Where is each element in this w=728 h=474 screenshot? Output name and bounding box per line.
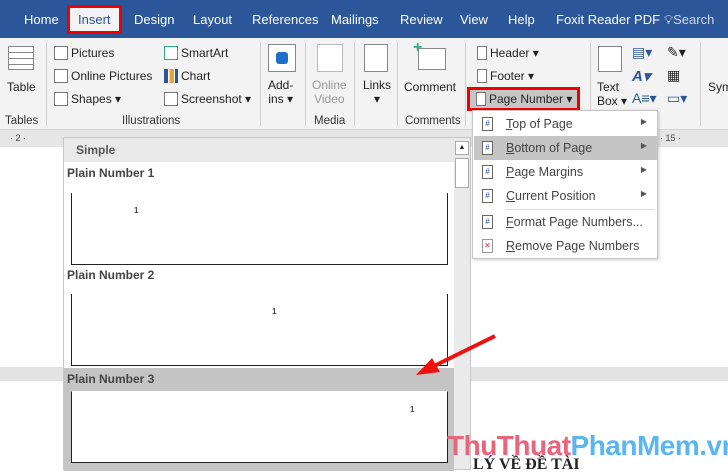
comment-icon: + — [413, 39, 446, 70]
scrollbar-thumb[interactable] — [455, 158, 469, 188]
menu-item-bottom-of-page[interactable]: # Bottom of Page ▶ — [474, 136, 657, 160]
bottom-of-page-icon: # — [482, 141, 493, 155]
group-comments-label: Comments — [405, 115, 461, 127]
screenshot-button[interactable]: Screenshot ▾ — [164, 92, 251, 106]
screenshot-icon — [164, 92, 178, 106]
page-number-button[interactable]: Page Number ▾ — [467, 87, 580, 111]
remove-page-numbers-icon: ✕ — [482, 239, 493, 253]
ruler-left-mark: · 2 · — [10, 133, 27, 143]
current-position-icon: # — [482, 189, 493, 203]
online-video-button[interactable]: Online Video — [312, 78, 347, 106]
gallery-section-header: Simple — [64, 138, 454, 162]
submenu-arrow-icon: ▶ — [640, 117, 647, 126]
object-icon[interactable]: ▭▾ — [667, 90, 687, 107]
link-icon — [364, 44, 388, 72]
header-icon — [477, 46, 487, 60]
pictures-button[interactable]: Pictures — [54, 46, 114, 60]
submenu-arrow-icon: ▶ — [640, 165, 647, 174]
tab-home[interactable]: Home — [24, 12, 59, 27]
chart-icon — [164, 69, 178, 83]
tab-view[interactable]: View — [460, 12, 488, 27]
scroll-up-arrow-icon[interactable]: ▲ — [455, 141, 469, 155]
search-label: Search — [673, 12, 715, 27]
text-box-button[interactable]: Text Box ▾ — [597, 80, 627, 108]
quick-parts-icon[interactable]: ▤▾ — [632, 44, 652, 61]
search-box[interactable]: 💡︎Search — [664, 12, 714, 28]
footer-icon — [477, 69, 487, 83]
date-time-icon[interactable]: ▦ — [667, 67, 680, 84]
menu-item-remove-page-numbers[interactable]: ✕ Remove Page Numbers — [474, 234, 657, 258]
online-pictures-button[interactable]: Online Pictures — [54, 69, 152, 83]
page-number-menu: # Top of Page ▶ # Bottom of Page ▶ # Page Mar… — [472, 110, 658, 259]
page-margins-icon: # — [482, 165, 493, 179]
store-icon — [268, 44, 296, 72]
table-button[interactable]: Table — [7, 80, 36, 94]
gallery-item-plain-number-2[interactable]: Plain Number 2 1 — [64, 264, 454, 366]
addins-button[interactable]: Add-ins ▾ — [268, 78, 293, 106]
smartart-icon — [164, 46, 178, 60]
page-number-gallery: Simple Plain Number 1 1 Plain Number 2 1… — [63, 137, 471, 471]
tab-review[interactable]: Review — [400, 12, 443, 27]
tab-help[interactable]: Help — [508, 12, 535, 27]
group-illustrations-label: Illustrations — [122, 115, 181, 127]
menu-item-top-of-page[interactable]: # Top of Page ▶ — [474, 112, 657, 136]
tab-layout[interactable]: Layout — [193, 12, 232, 27]
symbols-button[interactable]: Sym — [708, 80, 728, 94]
red-arrow-annotation — [416, 334, 496, 375]
gallery-item-plain-number-1[interactable]: Plain Number 1 1 — [64, 162, 454, 265]
tab-insert[interactable]: Insert — [67, 5, 122, 34]
submenu-arrow-icon: ▶ — [640, 189, 647, 198]
menu-item-page-margins[interactable]: # Page Margins ▶ — [474, 160, 657, 184]
group-tables-label: Tables — [5, 115, 39, 127]
shapes-icon — [54, 92, 68, 106]
tab-design[interactable]: Design — [134, 12, 174, 27]
comment-button[interactable]: Comment — [404, 80, 456, 94]
ribbon-tab-bar: Home Insert Design Layout References Mai… — [0, 0, 728, 38]
wordart-icon[interactable]: A▾ — [632, 67, 650, 85]
ruler-right-mark: · 15 · — [660, 133, 682, 143]
submenu-arrow-icon: ▶ — [640, 141, 647, 150]
text-box-icon — [598, 46, 622, 72]
table-icon — [8, 46, 34, 70]
drop-cap-icon[interactable]: A≡▾ — [632, 90, 657, 107]
watermark-logo: ThuThuatPhanMem.vn — [447, 430, 728, 461]
top-of-page-icon: # — [482, 117, 493, 131]
gallery-item-plain-number-3[interactable]: Plain Number 3 1 — [64, 368, 454, 471]
tab-references[interactable]: References — [252, 12, 318, 27]
footer-button[interactable]: Footer ▾ — [477, 69, 534, 83]
tab-foxit[interactable]: Foxit Reader PDF — [556, 12, 660, 27]
online-pictures-icon — [54, 69, 68, 83]
smartart-button[interactable]: SmartArt — [164, 46, 228, 60]
chart-button[interactable]: Chart — [164, 69, 210, 83]
lightbulb-icon: 💡︎ — [664, 12, 674, 27]
group-media-label: Media — [314, 115, 346, 127]
header-button[interactable]: Header ▾ — [477, 46, 539, 60]
menu-item-current-position[interactable]: # Current Position ▶ — [474, 184, 657, 208]
links-button[interactable]: Links ▾ — [363, 78, 391, 106]
page-number-icon — [476, 92, 486, 106]
shapes-button[interactable]: Shapes ▾ — [54, 92, 121, 106]
gallery-scrollbar[interactable]: ▲ — [454, 138, 470, 469]
online-video-icon — [317, 44, 343, 72]
page-number-content: Page Number ▾ — [476, 92, 572, 106]
tab-mailings[interactable]: Mailings — [331, 12, 379, 27]
menu-item-format-page-numbers[interactable]: # Format Page Numbers... — [474, 210, 657, 234]
pictures-icon — [54, 46, 68, 60]
format-page-numbers-icon: # — [482, 215, 493, 229]
signature-line-icon[interactable]: ✎▾ — [667, 44, 686, 61]
